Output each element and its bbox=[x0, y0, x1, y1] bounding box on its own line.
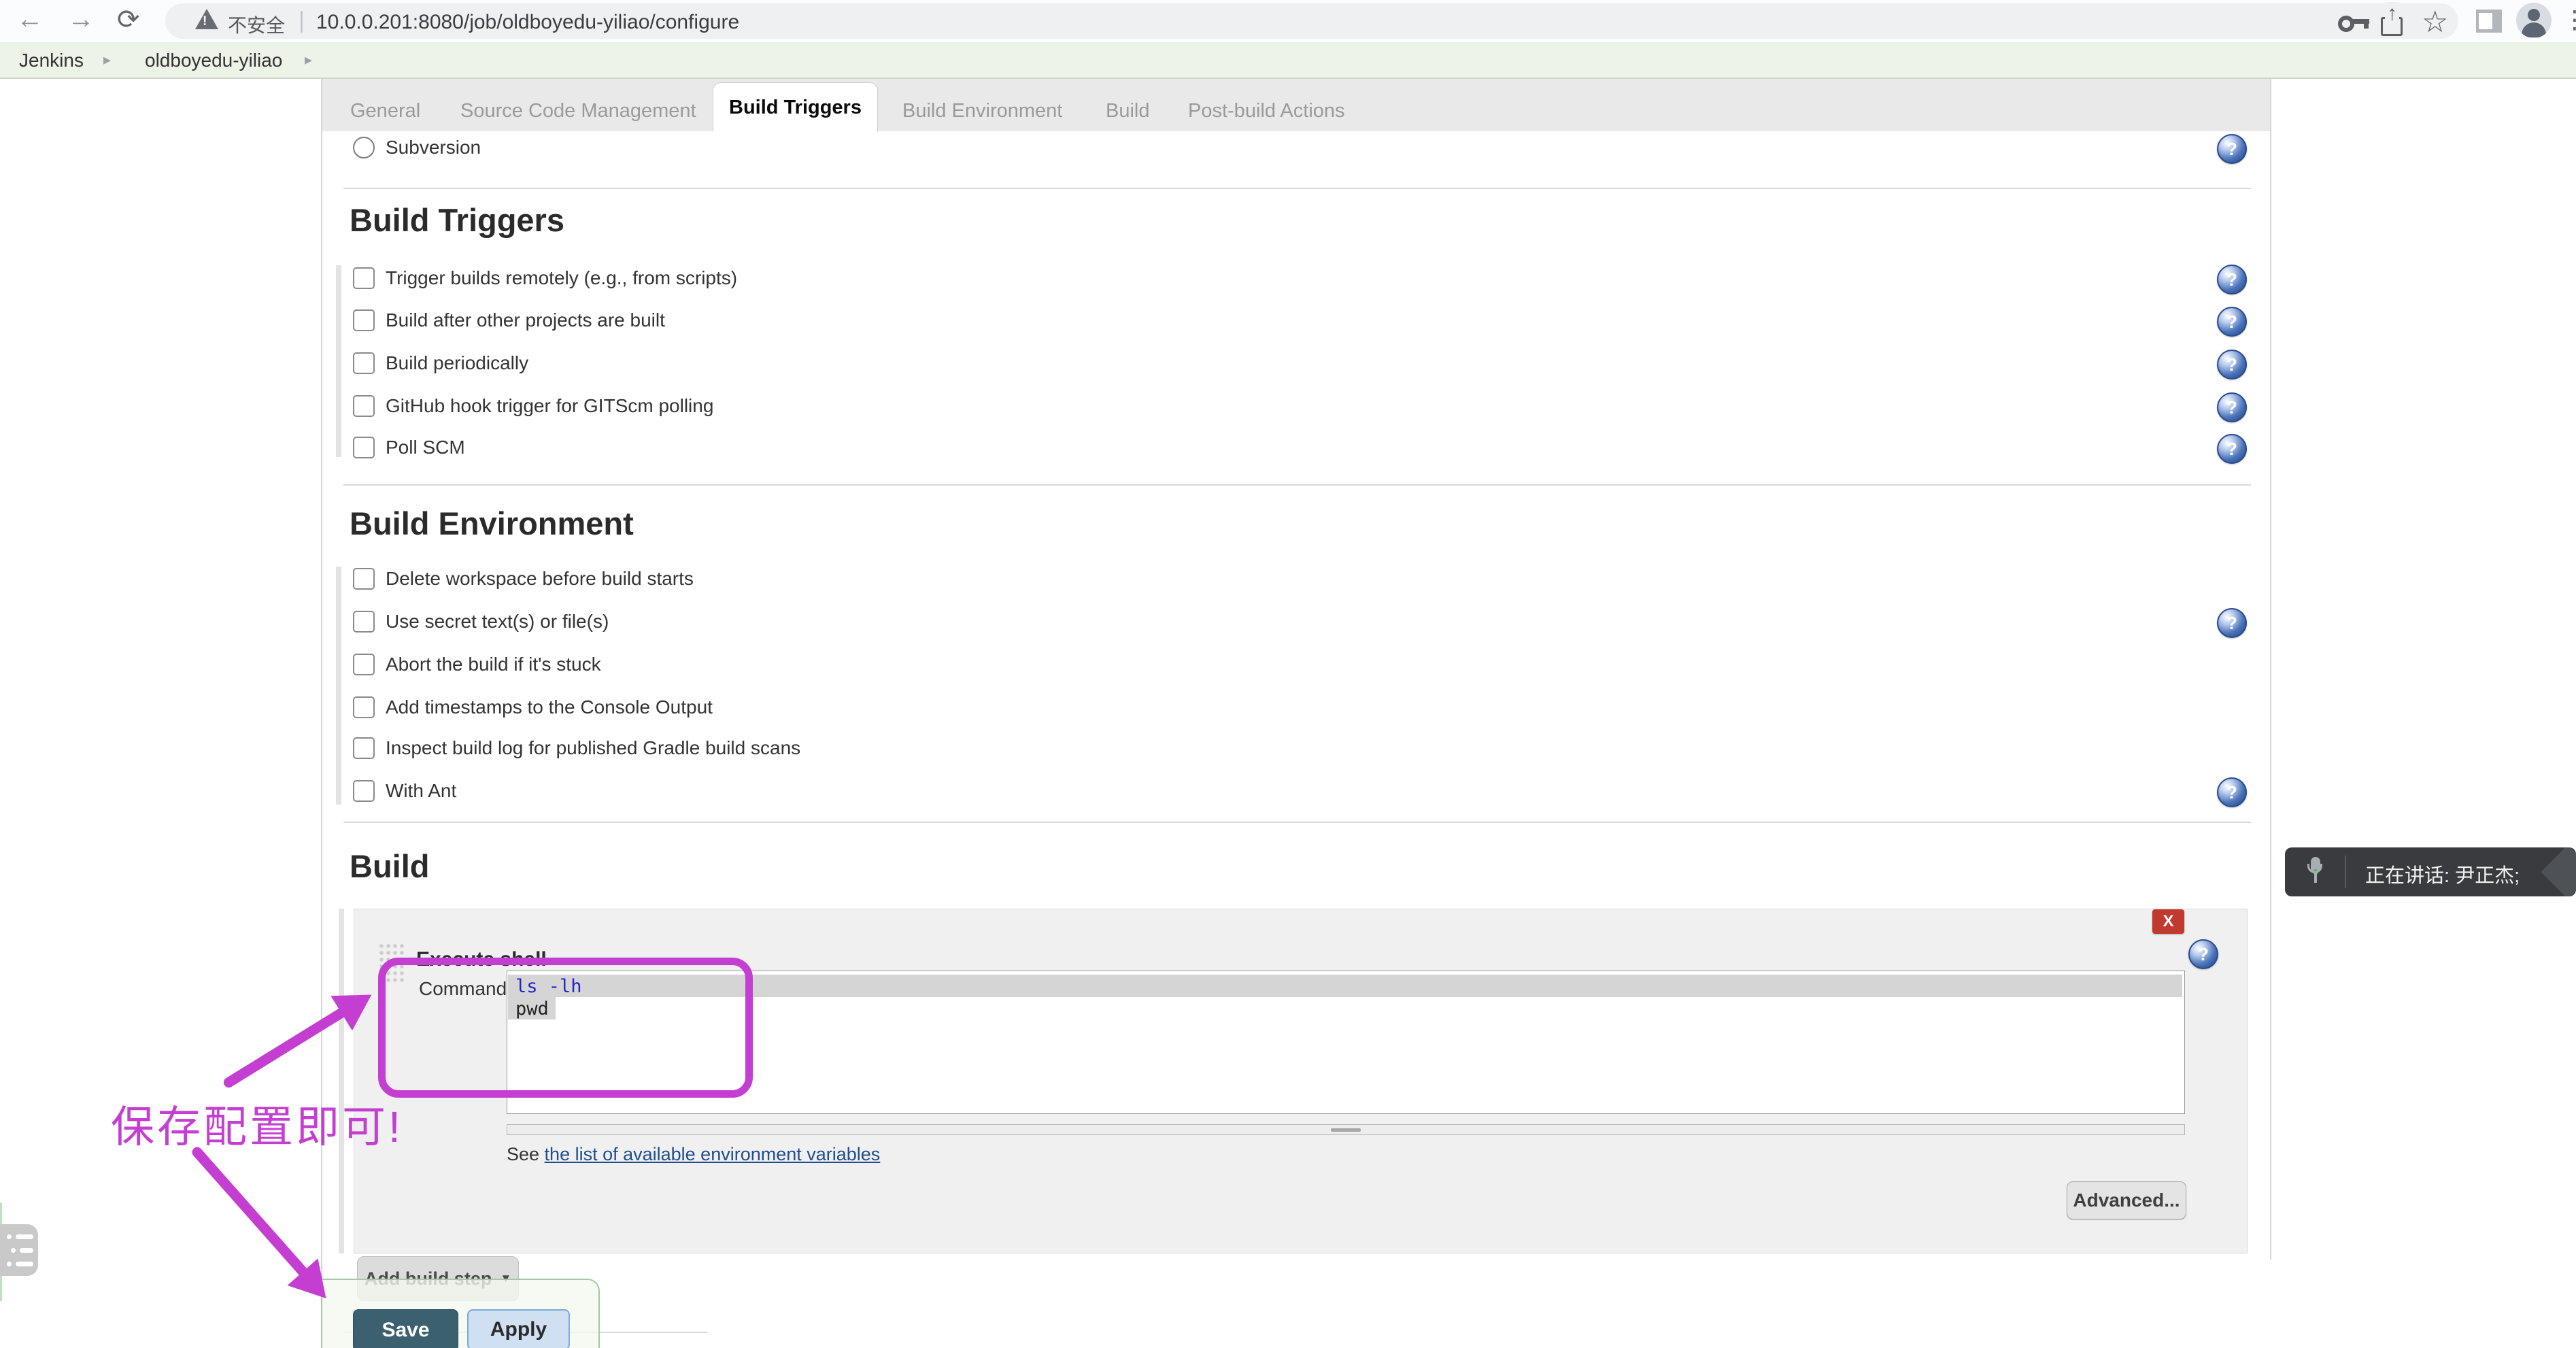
overlay-divider bbox=[2345, 856, 2346, 888]
text-selection bbox=[508, 975, 2182, 997]
reload-icon[interactable]: ⟳ bbox=[117, 4, 140, 35]
tab-build-environment[interactable]: Build Environment bbox=[902, 100, 1062, 122]
annotation-note: 保存配置即可! bbox=[111, 1092, 403, 1155]
option-row: With Ant bbox=[353, 779, 456, 803]
option-row: Trigger builds remotely (e.g., from scri… bbox=[353, 267, 737, 290]
env-vars-link[interactable]: the list of available environment variab… bbox=[545, 1144, 881, 1164]
subversion-label: Subversion bbox=[386, 137, 481, 158]
env-vars-hint: See the list of available environment va… bbox=[507, 1144, 880, 1165]
speaking-overlay: 正在讲话: 尹正杰; bbox=[2285, 847, 2576, 896]
breadcrumb-jenkins[interactable]: Jenkins bbox=[19, 50, 84, 71]
option-row: Poll SCM bbox=[353, 436, 465, 459]
help-icon[interactable]: ? bbox=[2217, 392, 2247, 422]
help-icon[interactable]: ? bbox=[2217, 307, 2247, 337]
help-icon[interactable]: ? bbox=[2217, 350, 2247, 380]
build-environment-heading: Build Environment bbox=[350, 505, 634, 542]
tab-source-code-management[interactable]: Source Code Management bbox=[460, 100, 696, 122]
chevron-right-icon[interactable]: ▸ bbox=[305, 51, 312, 69]
option-row: Abort the build if it's stuck bbox=[353, 653, 601, 676]
section-divider bbox=[343, 188, 2251, 189]
command-textarea[interactable]: ls -lh pwd bbox=[507, 971, 2185, 1114]
option-row: Delete workspace before build starts bbox=[353, 567, 694, 590]
security-label: 不安全 bbox=[228, 11, 285, 38]
option-row: Use secret text(s) or file(s) bbox=[353, 610, 609, 633]
help-icon[interactable]: ? bbox=[2217, 608, 2247, 638]
trigger-remotely-checkbox[interactable] bbox=[353, 267, 375, 289]
subversion-radio[interactable] bbox=[353, 137, 375, 158]
breadcrumb: Jenkins ▸ oldboyedu-yiliao ▸ bbox=[0, 42, 2576, 79]
browser-menu-icon[interactable]: ⋮ bbox=[2562, 5, 2576, 34]
back-icon[interactable]: ← bbox=[16, 4, 44, 35]
config-tabbar: General Source Code Management Build Tri… bbox=[322, 79, 2270, 131]
apply-button[interactable]: Apply bbox=[467, 1309, 570, 1348]
indent-strip bbox=[336, 567, 341, 805]
sidebar-icon[interactable] bbox=[2476, 10, 2502, 33]
tab-general[interactable]: General bbox=[350, 100, 420, 122]
profile-avatar[interactable] bbox=[2516, 3, 2552, 38]
screen: ← → ⟳ ! 不安全 | 10.0.0.201:8080/job/oldboy… bbox=[0, 0, 2576, 1348]
help-icon[interactable]: ? bbox=[2217, 265, 2247, 294]
card-right-border bbox=[2270, 79, 2271, 1260]
abort-stuck-checkbox[interactable] bbox=[353, 654, 375, 675]
microphone-icon[interactable] bbox=[2305, 857, 2326, 887]
tab-build-triggers[interactable]: Build Triggers bbox=[713, 82, 878, 132]
delete-workspace-checkbox[interactable] bbox=[353, 568, 375, 590]
annotation-arrow-down bbox=[190, 1145, 310, 1279]
advanced-button[interactable]: Advanced... bbox=[2067, 1181, 2186, 1219]
with-ant-checkbox[interactable] bbox=[353, 780, 375, 802]
help-icon[interactable]: ? bbox=[2217, 434, 2247, 464]
save-button[interactable]: Save bbox=[353, 1309, 458, 1348]
browser-toolbar: ← → ⟳ ! 不安全 | 10.0.0.201:8080/job/oldboy… bbox=[0, 0, 2576, 42]
forward-icon[interactable]: → bbox=[67, 4, 95, 35]
help-icon[interactable]: ? bbox=[2217, 134, 2247, 164]
side-list-tab[interactable] bbox=[0, 1224, 38, 1276]
section-divider bbox=[343, 484, 2251, 486]
github-hook-checkbox[interactable] bbox=[353, 395, 375, 417]
build-after-projects-checkbox[interactable] bbox=[353, 309, 375, 331]
url-text[interactable]: 10.0.0.201:8080/job/oldboyedu-yiliao/con… bbox=[316, 11, 739, 34]
speaking-text: 正在讲话: 尹正杰; bbox=[2365, 860, 2520, 888]
option-row: GitHub hook trigger for GITScm polling bbox=[353, 394, 713, 418]
meeting-logo-icon bbox=[2541, 847, 2576, 896]
tab-post-build-actions[interactable]: Post-build Actions bbox=[1188, 100, 1345, 122]
poll-scm-checkbox[interactable] bbox=[353, 437, 375, 458]
delete-step-button[interactable]: X bbox=[2152, 909, 2184, 934]
indent-strip bbox=[336, 265, 341, 457]
bookmark-star-icon[interactable]: ☆ bbox=[2422, 5, 2448, 39]
help-icon[interactable]: ? bbox=[2188, 939, 2218, 969]
gradle-scan-checkbox[interactable] bbox=[353, 737, 375, 759]
breadcrumb-job[interactable]: oldboyedu-yiliao bbox=[145, 50, 282, 71]
indent-strip bbox=[339, 909, 344, 1253]
timestamps-checkbox[interactable] bbox=[353, 696, 375, 718]
subversion-row: Subversion bbox=[353, 136, 481, 159]
textarea-resize-handle[interactable] bbox=[507, 1124, 2185, 1135]
option-row: Build after other projects are built bbox=[353, 309, 665, 332]
option-row: Inspect build log for published Gradle b… bbox=[353, 737, 800, 760]
annotation-arrow-up bbox=[222, 1006, 349, 1090]
tab-build[interactable]: Build bbox=[1106, 100, 1150, 122]
build-periodically-checkbox[interactable] bbox=[353, 352, 375, 374]
build-heading: Build bbox=[350, 847, 429, 885]
annotation-rectangle bbox=[378, 958, 753, 1098]
option-row: Add timestamps to the Console Output bbox=[353, 696, 713, 719]
chevron-right-icon[interactable]: ▸ bbox=[103, 51, 111, 69]
card-left-border bbox=[321, 79, 322, 1348]
address-bar[interactable]: ! 不安全 | 10.0.0.201:8080/job/oldboyedu-yi… bbox=[165, 3, 2458, 39]
build-triggers-heading: Build Triggers bbox=[350, 201, 564, 239]
section-divider bbox=[343, 822, 2251, 823]
help-icon[interactable]: ? bbox=[2217, 777, 2247, 807]
option-row: Build periodically bbox=[353, 352, 528, 375]
secret-text-checkbox[interactable] bbox=[353, 611, 375, 633]
